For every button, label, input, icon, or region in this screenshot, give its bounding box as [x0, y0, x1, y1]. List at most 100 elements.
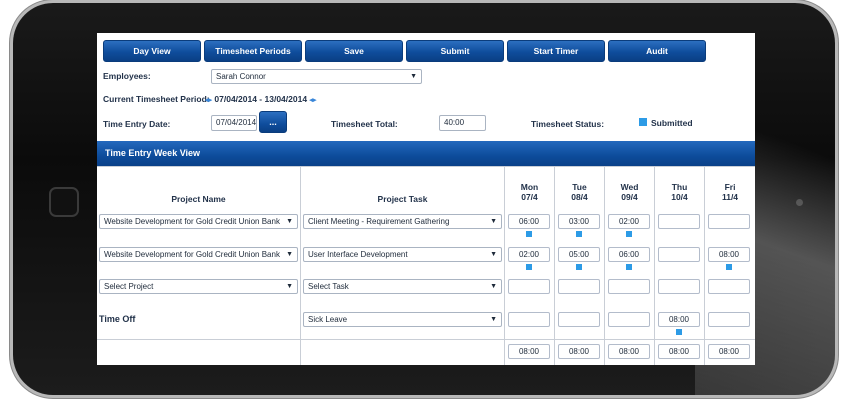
task-select-value: Sick Leave [308, 315, 348, 324]
dropdown-arrow-icon: ▼ [286, 218, 293, 225]
hours-input-wed[interactable]: 06:00 [608, 247, 650, 262]
entry-date-label: Time Entry Date: [103, 119, 171, 129]
next-period-icon[interactable]: ◂▸ [309, 97, 316, 104]
task-select[interactable]: User Interface Development ▼ [303, 247, 502, 262]
grid-line [97, 166, 755, 167]
day-header-mon: Mon 07/4 [505, 182, 554, 202]
day-name: Fri [724, 182, 736, 192]
hours-input-thu[interactable] [658, 279, 700, 294]
total-input: 40:00 [439, 115, 486, 131]
status-value: Submitted [651, 118, 693, 128]
task-select[interactable]: Select Task ▼ [303, 279, 502, 294]
prev-period-icon[interactable]: ◂▸ [205, 97, 212, 104]
timesheet-screen: Day View Timesheet Periods Save Submit S… [97, 33, 755, 365]
total-wed: 08:00 [608, 344, 650, 359]
project-select-value: Website Development for Gold Credit Unio… [104, 217, 280, 226]
total-thu: 08:00 [658, 344, 700, 359]
day-view-button[interactable]: Day View [103, 40, 201, 62]
day-header-thu: Thu 10/4 [655, 182, 704, 202]
hours-input-mon[interactable] [508, 279, 550, 294]
hours-input-mon[interactable]: 06:00 [508, 214, 550, 229]
day-header-fri: Fri 11/4 [705, 182, 755, 202]
time-off-input-wed[interactable] [608, 312, 650, 327]
entry-note-icon[interactable] [526, 264, 532, 270]
calendar-button[interactable]: ... [259, 111, 287, 133]
grid-line [97, 339, 755, 340]
task-select[interactable]: Client Meeting - Requirement Gathering ▼ [303, 214, 502, 229]
hours-input-fri[interactable] [708, 214, 750, 229]
hours-input-mon[interactable]: 02:00 [508, 247, 550, 262]
total-fri: 08:00 [708, 344, 750, 359]
project-select[interactable]: Website Development for Gold Credit Unio… [99, 247, 298, 262]
hours-input-tue[interactable] [558, 279, 600, 294]
dropdown-arrow-icon: ▼ [286, 251, 293, 258]
day-header-wed: Wed 09/4 [605, 182, 654, 202]
day-header-tue: Tue 08/4 [555, 182, 604, 202]
employee-select[interactable]: Sarah Connor ▼ [211, 69, 422, 84]
task-select-value: User Interface Development [308, 250, 408, 259]
time-off-input-tue[interactable] [558, 312, 600, 327]
camera-icon [796, 199, 803, 206]
total-mon: 08:00 [508, 344, 550, 359]
hours-input-wed[interactable]: 02:00 [608, 214, 650, 229]
hours-input-wed[interactable] [608, 279, 650, 294]
day-name: Wed [620, 182, 639, 192]
hours-input-fri[interactable] [708, 279, 750, 294]
entry-note-icon[interactable] [676, 329, 682, 335]
day-name: Tue [572, 182, 587, 192]
hours-input-tue[interactable]: 03:00 [558, 214, 600, 229]
day-name: Thu [671, 182, 688, 192]
column-header-task: Project Task [377, 194, 428, 204]
total-tue: 08:00 [558, 344, 600, 359]
entry-note-icon[interactable] [576, 264, 582, 270]
home-button[interactable] [49, 187, 79, 217]
hours-input-tue[interactable]: 05:00 [558, 247, 600, 262]
project-select[interactable]: Website Development for Gold Credit Unio… [99, 214, 298, 229]
period-navigator: ◂▸ 07/04/2014 - 13/04/2014 ◂▸ [205, 94, 316, 104]
time-off-input-mon[interactable] [508, 312, 550, 327]
day-name: Mon [520, 182, 539, 192]
employee-select-value: Sarah Connor [216, 72, 266, 81]
entry-note-icon[interactable] [576, 231, 582, 237]
dropdown-arrow-icon: ▼ [410, 73, 417, 80]
period-label: Current Timesheet Period: [103, 94, 210, 104]
submit-button[interactable]: Submit [406, 40, 504, 62]
column-header-project: Project Name [171, 194, 226, 204]
entry-note-icon[interactable] [626, 231, 632, 237]
entry-note-icon[interactable] [526, 231, 532, 237]
dropdown-arrow-icon: ▼ [490, 316, 497, 323]
entry-date-input[interactable]: 07/04/2014 [211, 115, 257, 131]
task-select-value: Select Task [308, 282, 349, 291]
day-date: 08/4 [571, 192, 588, 202]
employees-label: Employees: [103, 71, 151, 81]
dropdown-arrow-icon: ▼ [490, 218, 497, 225]
entry-note-icon[interactable] [626, 264, 632, 270]
start-timer-button[interactable]: Start Timer [507, 40, 605, 62]
status-label: Timesheet Status: [531, 119, 605, 129]
day-date: 07/4 [521, 192, 538, 202]
time-off-label: Time Off [99, 314, 136, 324]
period-value: 07/04/2014 - 13/04/2014 [214, 94, 308, 104]
total-label: Timesheet Total: [331, 119, 398, 129]
project-select-value: Select Project [104, 282, 154, 291]
hours-input-thu[interactable] [658, 214, 700, 229]
dropdown-arrow-icon: ▼ [490, 251, 497, 258]
timesheet-periods-button[interactable]: Timesheet Periods [204, 40, 302, 62]
audit-button[interactable]: Audit [608, 40, 706, 62]
day-date: 09/4 [621, 192, 638, 202]
dropdown-arrow-icon: ▼ [286, 283, 293, 290]
status-indicator-icon [639, 118, 647, 126]
hours-input-thu[interactable] [658, 247, 700, 262]
project-select[interactable]: Select Project ▼ [99, 279, 298, 294]
save-button[interactable]: Save [305, 40, 403, 62]
day-date: 10/4 [671, 192, 688, 202]
dropdown-arrow-icon: ▼ [490, 283, 497, 290]
day-date: 11/4 [721, 192, 739, 202]
entry-note-icon[interactable] [726, 264, 732, 270]
hours-input-fri[interactable]: 08:00 [708, 247, 750, 262]
task-select-value: Client Meeting - Requirement Gathering [308, 217, 450, 226]
time-off-input-thu[interactable]: 08:00 [658, 312, 700, 327]
time-off-task-select[interactable]: Sick Leave ▼ [303, 312, 502, 327]
toolbar: Day View Timesheet Periods Save Submit S… [103, 40, 706, 62]
time-off-input-fri[interactable] [708, 312, 750, 327]
